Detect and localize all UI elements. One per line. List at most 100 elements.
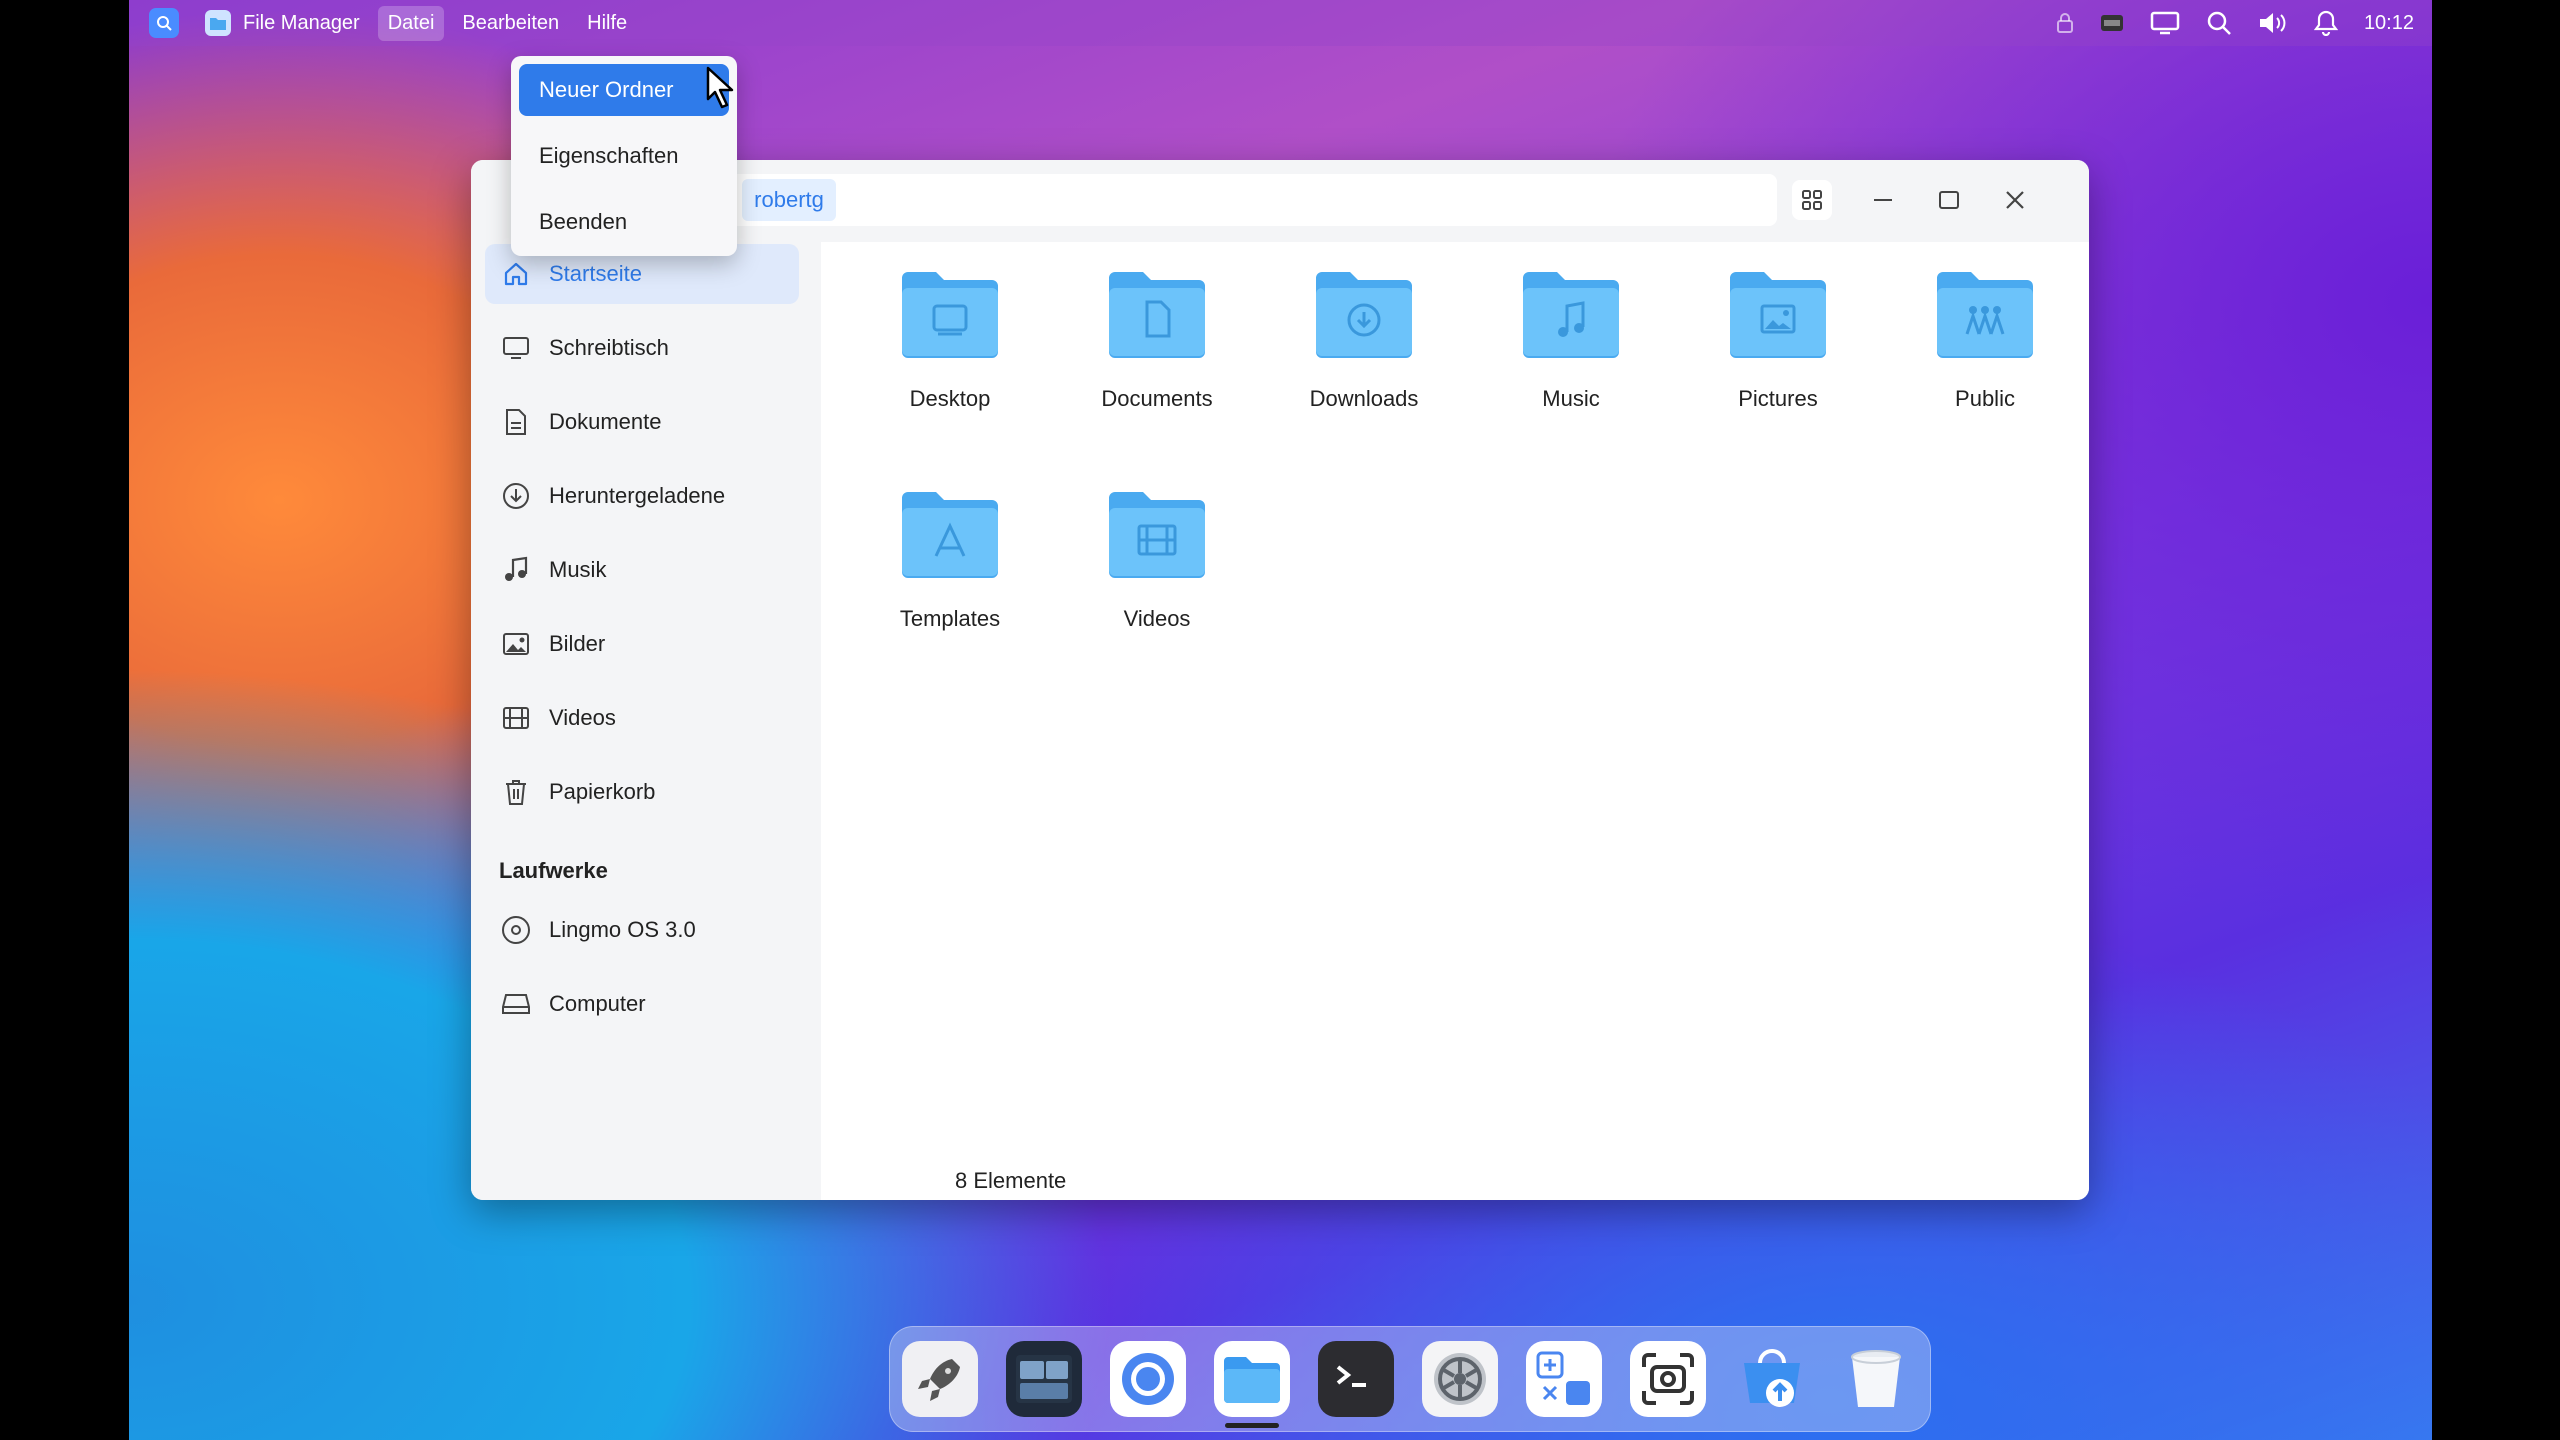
drive-icon	[501, 989, 531, 1019]
folder-label: Documents	[1101, 386, 1213, 411]
folder-icon	[898, 268, 1002, 360]
sidebar-item-label: Startseite	[549, 261, 642, 286]
system-tray: 10:12	[2056, 0, 2414, 46]
menu-item-eigenschaften[interactable]: Eigenschaften	[519, 130, 729, 182]
sidebar-item-label: Schreibtisch	[549, 335, 669, 360]
sidebar-item-label: Musik	[549, 557, 607, 582]
disc-icon	[501, 915, 531, 945]
menu-datei[interactable]: Datei	[377, 5, 445, 41]
music-icon	[501, 555, 531, 585]
path-bar[interactable]: / home robertg	[589, 174, 1777, 226]
minimize-button[interactable]	[1863, 180, 1903, 220]
folder-label: Music	[1542, 386, 1600, 411]
top-panel: File Manager Datei Bearbeiten Hilfe 10:1…	[129, 0, 2432, 46]
minimize-icon	[1874, 199, 1892, 201]
download-icon	[501, 481, 531, 511]
store-icon[interactable]	[1734, 1341, 1810, 1417]
menu-item-beenden[interactable]: Beenden	[519, 196, 729, 248]
multitask-icon[interactable]	[1006, 1341, 1082, 1417]
folder-icon	[1105, 488, 1209, 580]
launcher-icon[interactable]	[149, 8, 179, 38]
notification-icon[interactable]	[2313, 10, 2338, 36]
running-indicator	[1225, 1423, 1279, 1428]
terminal-icon[interactable]	[1318, 1341, 1394, 1417]
datei-dropdown-menu: Neuer Ordner Eigenschaften Beenden	[511, 56, 737, 256]
menu-hilfe[interactable]: Hilfe	[577, 6, 637, 41]
mouse-cursor-icon	[706, 66, 734, 109]
grid-view-button[interactable]	[1792, 180, 1832, 220]
volume-icon[interactable]	[2258, 11, 2288, 35]
calculator-icon[interactable]	[1526, 1341, 1602, 1417]
folder-label: Downloads	[1309, 386, 1419, 411]
film-icon	[501, 703, 531, 733]
menu-bearbeiten[interactable]: Bearbeiten	[452, 6, 569, 41]
app-name: File Manager	[243, 11, 360, 34]
sidebar-item-label: Bilder	[549, 631, 606, 656]
image-icon	[501, 629, 531, 659]
folder-label: Pictures	[1738, 386, 1818, 411]
folder-documents[interactable]: Documents	[1072, 268, 1242, 458]
folder-icon	[1726, 268, 1830, 360]
folder-label: Videos	[1123, 606, 1191, 631]
sidebar-item-label: Lingmo OS 3.0	[549, 917, 696, 942]
drives-section-title: Laufwerke	[499, 858, 608, 883]
status-item-count: 8 Elemente	[955, 1168, 1067, 1193]
sidebar-item-bilder[interactable]: Bilder	[485, 614, 799, 674]
document-icon	[501, 407, 531, 437]
clock[interactable]: 10:12	[2364, 12, 2414, 35]
folder-icon	[1312, 268, 1416, 360]
sidebar-item-label: Papierkorb	[549, 779, 656, 804]
screenshot-icon[interactable]	[1630, 1341, 1706, 1417]
path-segment-robertg[interactable]: robertg	[742, 179, 836, 221]
settings-icon[interactable]	[1422, 1341, 1498, 1417]
sidebar-item-schreibtisch[interactable]: Schreibtisch	[485, 318, 799, 378]
folder-label: Public	[1955, 386, 2015, 411]
sidebar-item-heruntergeladene[interactable]: Heruntergeladene	[485, 466, 799, 526]
sidebar-item-computer[interactable]: Computer	[485, 974, 799, 1034]
search-icon[interactable]	[2206, 10, 2232, 36]
dock	[889, 1326, 1931, 1432]
file-manager-app-icon	[205, 10, 231, 36]
file-grid: Desktop Documents Downloads Music Pictur…	[821, 242, 2089, 1200]
browser-icon[interactable]	[1110, 1341, 1186, 1417]
sidebar-item-videos[interactable]: Videos	[485, 688, 799, 748]
lock-icon[interactable]	[2056, 12, 2074, 34]
sidebar-item-label: Videos	[549, 705, 616, 730]
file-manager-window: / home robertg Startseite	[471, 160, 2089, 1200]
display-icon[interactable]	[2150, 11, 2180, 35]
sidebar-item-musik[interactable]: Musik	[485, 540, 799, 600]
sidebar-item-label: Heruntergeladene	[549, 483, 726, 508]
sidebar-item-label: Computer	[549, 991, 646, 1016]
folder-label: Templates	[899, 606, 1001, 631]
sidebar-item-label: Dokumente	[549, 409, 662, 434]
close-icon	[2006, 191, 2024, 209]
folder-icon	[1105, 268, 1209, 360]
maximize-button[interactable]	[1929, 180, 1969, 220]
launcher-icon[interactable]	[902, 1341, 978, 1417]
maximize-icon	[1939, 191, 1959, 209]
sidebar: Startseite Schreibtisch Dokumente Herunt…	[471, 242, 821, 1200]
sidebar-item-papierkorb[interactable]: Papierkorb	[485, 762, 799, 822]
folder-public[interactable]: Public	[1900, 268, 2070, 458]
home-icon	[501, 259, 531, 289]
folder-desktop[interactable]: Desktop	[865, 268, 1035, 458]
trash-icon[interactable]	[1838, 1341, 1914, 1417]
folder-icon	[1519, 268, 1623, 360]
monitor-icon	[501, 333, 531, 363]
keyboard-icon[interactable]	[2100, 13, 2124, 33]
folder-icon	[1933, 268, 2037, 360]
menu-item-neuer-ordner[interactable]: Neuer Ordner	[519, 64, 729, 116]
sidebar-item-lingmo-os[interactable]: Lingmo OS 3.0	[485, 900, 799, 960]
sidebar-item-dokumente[interactable]: Dokumente	[485, 392, 799, 452]
folder-pictures[interactable]: Pictures	[1693, 268, 1863, 458]
desktop: File Manager Datei Bearbeiten Hilfe 10:1…	[129, 0, 2432, 1440]
grid-icon	[1802, 190, 1822, 210]
folder-templates[interactable]: Templates	[865, 488, 1035, 678]
trash-icon	[501, 777, 531, 807]
folder-music[interactable]: Music	[1486, 268, 1656, 458]
folder-videos[interactable]: Videos	[1072, 488, 1242, 678]
folder-downloads[interactable]: Downloads	[1279, 268, 1449, 458]
files-icon[interactable]	[1214, 1341, 1290, 1417]
folder-icon	[898, 488, 1002, 580]
close-button[interactable]	[1995, 180, 2035, 220]
